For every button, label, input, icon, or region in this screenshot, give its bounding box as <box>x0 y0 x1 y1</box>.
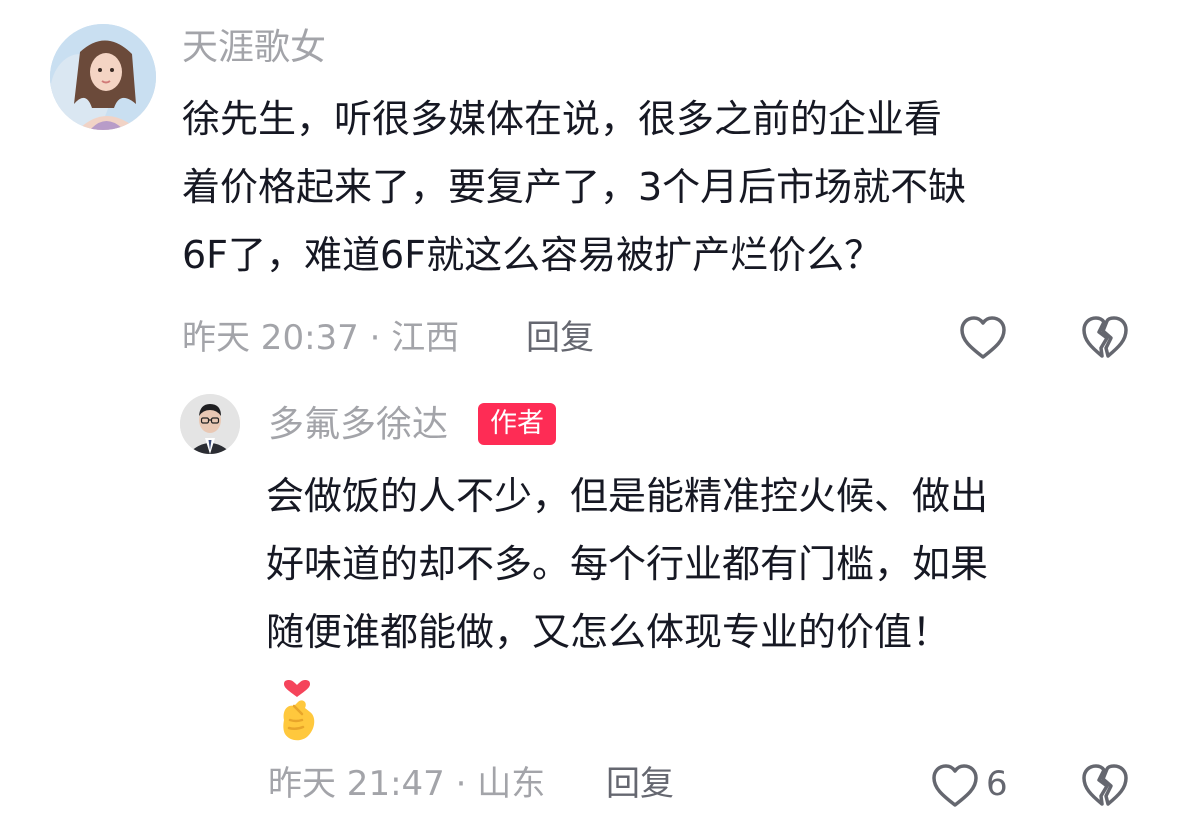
broken-heart-icon <box>1082 764 1128 806</box>
comment-username[interactable]: 天涯歌女 <box>182 26 326 70</box>
like-button[interactable] <box>930 762 980 810</box>
author-avatar-photo <box>180 394 240 454</box>
finger-heart-emoji <box>272 680 322 744</box>
like-count: 6 <box>986 764 1008 804</box>
reply-button[interactable]: 回复 <box>526 316 594 360</box>
heart-outline-icon <box>932 764 978 807</box>
reply-button[interactable]: 回复 <box>606 762 674 806</box>
user-avatar-photo <box>50 24 156 130</box>
reply-text: 会做饭的人不少，但是能精准控火候、做出 好味道的却不多。每个行业都有门槛，如果 … <box>266 474 989 654</box>
dislike-button[interactable] <box>1080 314 1130 362</box>
dislike-button[interactable] <box>1080 762 1130 810</box>
author-badge: 作者 <box>478 403 556 445</box>
like-button[interactable] <box>958 314 1008 362</box>
reply-username[interactable]: 多氟多徐达 <box>268 403 448 447</box>
heart-outline-icon <box>960 316 1006 359</box>
broken-heart-icon <box>1082 316 1128 358</box>
author-avatar[interactable] <box>180 394 240 454</box>
reply-timestamp-location: 昨天 21:47 · 山东 <box>268 764 546 804</box>
comment-timestamp-location: 昨天 20:37 · 江西 <box>182 318 460 358</box>
comment-text: 徐先生，听很多媒体在说，很多之前的企业看 着价格起来了，要复产了，3个月后市场就… <box>182 97 967 277</box>
user-avatar[interactable] <box>50 24 156 130</box>
